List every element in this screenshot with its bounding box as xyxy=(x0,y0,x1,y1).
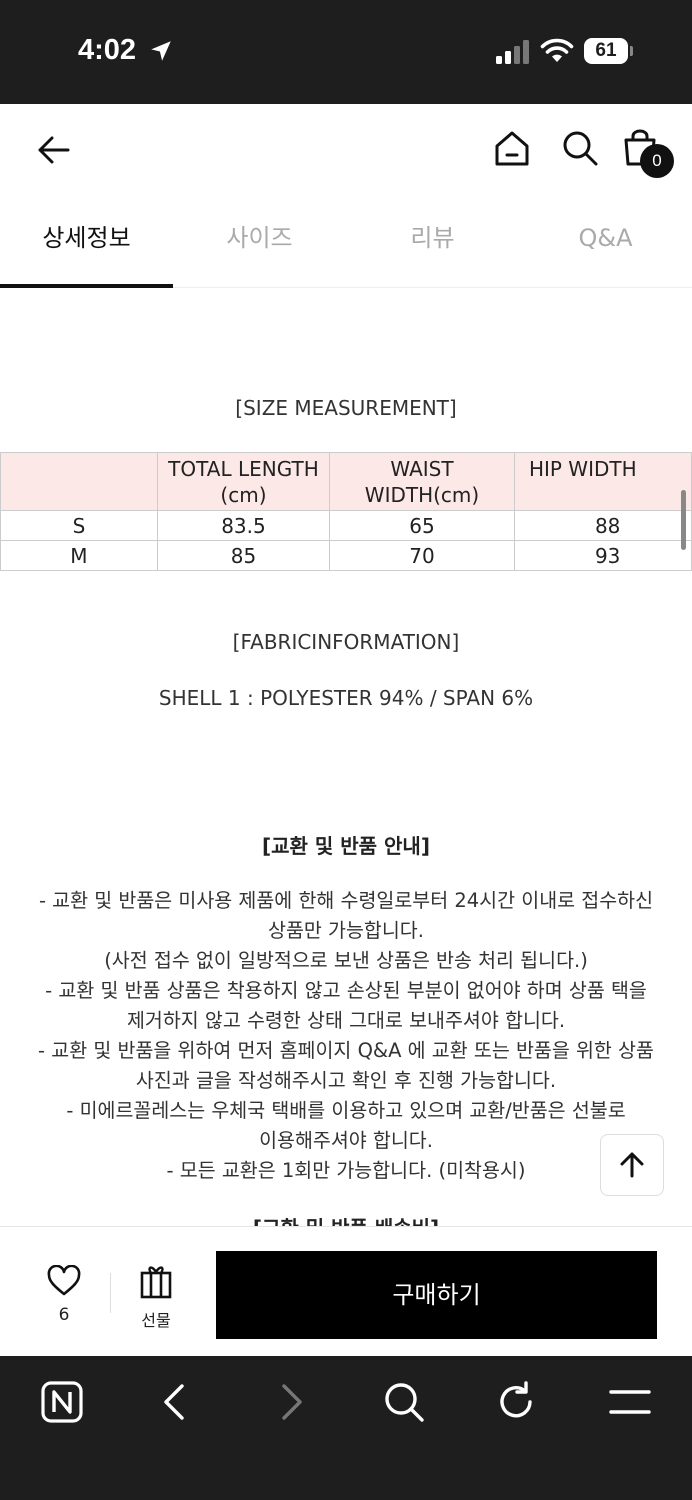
search-button[interactable] xyxy=(560,128,600,168)
chevron-left-icon xyxy=(164,1384,184,1420)
browser-home-button[interactable] xyxy=(38,1378,86,1426)
home-button[interactable] xyxy=(492,128,532,168)
scroll-to-top-button[interactable] xyxy=(600,1134,664,1196)
size-header-empty xyxy=(0,452,158,511)
heart-icon xyxy=(47,1264,81,1296)
fabric-info-text: SHELL 1 : POLYESTER 94% / SPAN 6% xyxy=(158,686,534,710)
product-tabs: 상세정보 사이즈 리뷰 Q&A xyxy=(0,200,692,288)
gift-button[interactable]: 선물 xyxy=(128,1265,184,1335)
browser-reload-button[interactable] xyxy=(492,1378,540,1426)
notice-line: 제거하지 않고 수령한 상태 그대로 보내주셔야 합니다. xyxy=(126,1009,566,1032)
divider xyxy=(110,1273,111,1313)
notice-line: - 모든 교환은 1회만 가능합니다. (미착용시) xyxy=(166,1159,526,1182)
arrow-up-icon xyxy=(620,1152,644,1178)
cart-count-badge: 0 xyxy=(640,144,674,178)
hip-cell: 93 xyxy=(513,540,692,571)
waist-cell: 65 xyxy=(329,510,515,541)
like-count: 6 xyxy=(58,1305,70,1325)
battery-level: 61 xyxy=(584,38,628,64)
size-cell: M xyxy=(0,540,158,571)
cart-button[interactable]: 0 xyxy=(622,128,678,184)
purchase-bar: 6 선물 구매하기 xyxy=(0,1226,692,1356)
browser-menu-button[interactable] xyxy=(606,1378,654,1426)
notice-line: 상품만 가능합니다. xyxy=(268,919,424,942)
tab-size[interactable]: 사이즈 xyxy=(173,200,346,288)
size-header-total-length: TOTAL LENGTH (cm) xyxy=(156,452,331,511)
gift-icon xyxy=(140,1266,172,1299)
tab-review[interactable]: 리뷰 xyxy=(346,200,519,288)
table-row: M 85 70 93 xyxy=(0,540,692,571)
waist-cell: 70 xyxy=(329,540,515,571)
size-cell: S xyxy=(0,510,158,541)
size-table-header: TOTAL LENGTH (cm) WAIST WIDTH(cm) HIP WI… xyxy=(0,452,692,511)
notice-line: - 교환 및 반품을 위하여 먼저 홈페이지 Q&A 에 교환 또는 반품을 위… xyxy=(38,1039,654,1062)
status-time: 4:02 xyxy=(78,34,137,66)
notice-line: - 교환 및 반품은 미사용 제품에 한해 수령일로부터 24시간 이내로 접수… xyxy=(38,889,654,912)
back-arrow-icon xyxy=(38,136,70,164)
browser-back-button[interactable] xyxy=(152,1378,200,1426)
table-row: S 83.5 65 88 xyxy=(0,510,692,541)
wifi-icon xyxy=(540,38,574,62)
status-bar: 4:02 61 xyxy=(0,0,692,104)
notice-line: - 미에르꼴레스는 우체국 택배를 이용하고 있으며 교환/반품은 선불로 xyxy=(66,1099,626,1122)
size-section-title: [SIZE MEASUREMENT] xyxy=(235,396,457,420)
back-button[interactable] xyxy=(34,130,74,170)
home-icon xyxy=(495,131,529,166)
naver-n-icon xyxy=(41,1381,83,1423)
cellular-signal-icon xyxy=(496,40,529,64)
shipping-fee-title: [교환 및 반품 배송비] xyxy=(0,1212,692,1226)
notice-line: (사전 접수 없이 일방적으로 보낸 상품은 반송 처리 됩니다.) xyxy=(104,949,588,972)
size-header-hip: HIP WIDTH xyxy=(513,452,692,511)
browser-search-button[interactable] xyxy=(380,1378,428,1426)
reload-icon xyxy=(500,1381,532,1418)
product-detail-content: [SIZE MEASUREMENT] TOTAL LENGTH (cm) WAI… xyxy=(0,288,692,1226)
battery-tip xyxy=(630,46,633,56)
gift-label: 선물 xyxy=(141,1311,171,1330)
battery-indicator: 61 xyxy=(584,38,633,64)
total-length-cell: 85 xyxy=(156,540,331,571)
chevron-right-icon xyxy=(282,1384,302,1420)
size-table: TOTAL LENGTH (cm) WAIST WIDTH(cm) HIP WI… xyxy=(0,452,692,571)
menu-icon xyxy=(609,1390,651,1414)
scrollbar-thumb[interactable] xyxy=(681,490,686,550)
size-header-waist: WAIST WIDTH(cm) xyxy=(329,452,515,511)
total-length-cell: 83.5 xyxy=(156,510,331,541)
tab-detail[interactable]: 상세정보 xyxy=(0,200,173,288)
purchase-button[interactable]: 구매하기 xyxy=(216,1251,657,1339)
location-arrow-icon xyxy=(151,41,171,61)
notice-line: - 교환 및 반품 상품은 착용하지 않고 손상된 부분이 없어야 하며 상품 … xyxy=(45,979,647,1002)
browser-forward-button[interactable] xyxy=(266,1378,314,1426)
like-button[interactable]: 6 xyxy=(36,1264,92,1335)
return-notice-body: - 교환 및 반품은 미사용 제품에 한해 수령일로부터 24시간 이내로 접수… xyxy=(0,886,692,1186)
fabric-section-title: [FABRICINFORMATION] xyxy=(232,630,460,654)
tab-qna[interactable]: Q&A xyxy=(519,200,692,288)
app-header: 0 xyxy=(0,104,692,200)
hip-cell: 88 xyxy=(513,510,692,541)
notice-line: 이용해주셔야 합니다. xyxy=(259,1129,433,1152)
search-icon xyxy=(563,131,598,166)
browser-toolbar xyxy=(0,1356,692,1500)
notice-line: 사진과 글을 작성해주시고 확인 후 진행 가능합니다. xyxy=(135,1069,557,1092)
return-notice-title: [교환 및 반품 안내] xyxy=(262,834,430,858)
search-icon xyxy=(385,1383,424,1422)
